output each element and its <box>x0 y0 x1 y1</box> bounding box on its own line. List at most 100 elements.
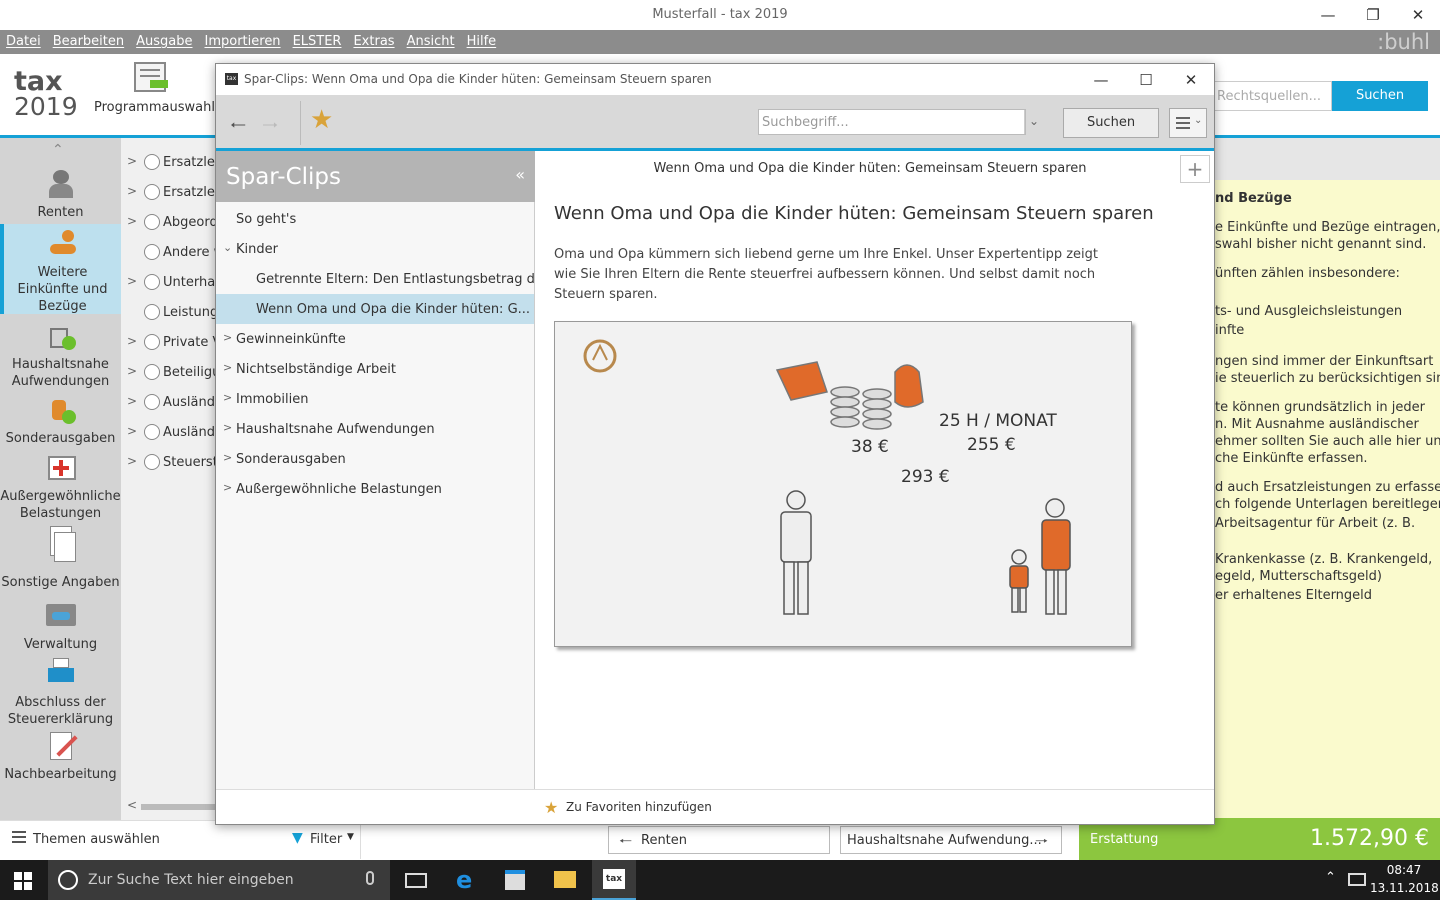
scroll-up-icon[interactable]: ⌃ <box>52 142 64 158</box>
chevron-up-icon[interactable]: ⌃ <box>1325 870 1336 885</box>
chevron-right-icon[interactable]: > <box>223 361 232 374</box>
chevron-right-icon[interactable]: > <box>127 454 137 468</box>
clip-search-input[interactable]: Suchbegriff... ⌄ <box>758 109 1039 135</box>
tree-item[interactable]: > Abgeord <box>121 207 216 237</box>
chevron-down-icon[interactable]: ⌄ <box>1029 114 1039 128</box>
chevron-right-icon[interactable]: > <box>223 451 232 464</box>
menu-ansicht[interactable]: Ansicht <box>407 31 455 49</box>
menu-extras[interactable]: Extras <box>353 31 394 49</box>
tree-item[interactable]: > Ersatzleis <box>121 177 216 207</box>
clip-group-gewinneinkuenfte[interactable]: > Gewinneinkünfte <box>216 324 534 354</box>
favorites-star-icon[interactable]: ★ <box>310 105 333 135</box>
tree-item[interactable]: > Unterhalt <box>121 267 216 297</box>
chevron-right-icon[interactable]: > <box>127 154 137 168</box>
clip-group-nichtselbstaendige[interactable]: > Nichtselbständige Arbeit <box>216 354 534 384</box>
chevron-right-icon[interactable]: > <box>223 421 232 434</box>
help-line: Arbeitsagentur für Arbeit (z. B. <box>1215 516 1416 531</box>
chevron-right-icon[interactable]: > <box>223 391 232 404</box>
taskbar-search-box[interactable]: Zur Suche Text hier eingeben <box>48 860 390 900</box>
previous-topic-label: Renten <box>641 833 688 848</box>
chevron-right-icon[interactable]: > <box>127 334 137 348</box>
tree-item[interactable]: Leistunge <box>121 297 216 327</box>
video-player[interactable]: 38 € 25 H / MONAT 255 € 293 € <box>554 321 1132 647</box>
horizontal-scrollbar[interactable] <box>141 804 216 810</box>
tax-2019-taskbar-icon[interactable]: tax <box>592 860 636 900</box>
clip-item-so-gehts[interactable]: So geht's <box>216 204 534 234</box>
taskbar-date[interactable]: 13.11.2018 <box>1370 881 1439 895</box>
clip-item-getrennte-eltern[interactable]: Getrennte Eltern: Den Entlastungsbetrag … <box>216 264 547 294</box>
clip-group-haushaltsnahe[interactable]: > Haushaltsnahe Aufwendungen <box>216 414 534 444</box>
dialog-maximize-button[interactable]: ☐ <box>1123 64 1169 95</box>
scroll-left-icon[interactable]: < <box>127 798 137 812</box>
nav-verwaltung[interactable]: Verwaltung <box>0 600 121 653</box>
help-line: n. Mit Ausnahme ausländischer <box>1215 417 1419 432</box>
minimize-button[interactable]: — <box>1305 0 1351 30</box>
network-icon[interactable] <box>1348 873 1366 886</box>
add-to-favorites-link[interactable]: Zu Favoriten hinzufügen <box>566 800 712 814</box>
microphone-icon[interactable] <box>366 871 374 885</box>
menu-bearbeiten[interactable]: Bearbeiten <box>53 31 124 49</box>
menu-datei[interactable]: Datei <box>6 31 41 49</box>
taskbar-time[interactable]: 08:47 <box>1374 863 1434 877</box>
chevron-right-icon[interactable]: > <box>127 424 137 438</box>
menu-hilfe[interactable]: Hilfe <box>467 31 497 49</box>
tree-item[interactable]: > Steuerstu <box>121 447 216 477</box>
windows-start-icon[interactable] <box>14 872 32 890</box>
clip-group-aussergewoehnliche[interactable]: > Außergewöhnliche Belastungen <box>216 474 534 504</box>
legal-sources-search-button[interactable]: Suchen <box>1332 81 1428 111</box>
tree-item[interactable]: > Ausländis <box>121 387 216 417</box>
chevron-right-icon[interactable]: > <box>127 184 137 198</box>
menu-button[interactable]: ⌄ <box>1169 108 1207 138</box>
dialog-close-button[interactable]: ✕ <box>1168 64 1214 95</box>
nav-abschluss[interactable]: Abschluss der Steuererklärung <box>0 658 121 728</box>
menu-elster[interactable]: ELSTER <box>293 31 342 49</box>
chevron-down-icon[interactable]: ⌄ <box>223 241 232 254</box>
legal-sources-search-input[interactable]: Rechtsquellen... <box>1210 81 1332 111</box>
nav-nachbearbeitung[interactable]: Nachbearbeitung <box>0 730 121 783</box>
clip-search-button[interactable]: Suchen <box>1063 108 1159 138</box>
select-themes-button[interactable]: Themen auswählen <box>33 832 160 847</box>
add-tab-button[interactable]: + <box>1180 155 1210 183</box>
chevron-right-icon[interactable]: > <box>223 481 232 494</box>
menu-ausgabe[interactable]: Ausgabe <box>136 31 192 49</box>
clip-group-sonderausgaben[interactable]: > Sonderausgaben <box>216 444 534 474</box>
tree-item[interactable]: > Private V <box>121 327 216 357</box>
dialog-minimize-button[interactable]: — <box>1078 64 1124 95</box>
status-radio <box>144 334 160 350</box>
nav-renten[interactable]: Renten <box>0 168 121 221</box>
collapse-sidebar-icon[interactable]: « <box>515 165 525 184</box>
nav-sonstige-angaben[interactable]: Sonstige Angaben <box>0 524 121 591</box>
next-topic-button[interactable]: Haushaltsnahe Aufwendung... 🠒 <box>840 826 1062 854</box>
file-explorer-icon[interactable] <box>554 871 576 888</box>
close-button[interactable]: ✕ <box>1395 0 1440 30</box>
nav-sonderausgaben[interactable]: Sonderausgaben <box>0 394 121 447</box>
filter-dropdown-icon[interactable]: ▼ <box>347 832 354 842</box>
chevron-right-icon[interactable]: > <box>127 274 137 288</box>
help-line: er erhaltenes Elterngeld <box>1215 588 1373 603</box>
nav-aussergewoehnliche[interactable]: Außergewöhnliche Belastungen <box>0 452 121 522</box>
chevron-right-icon[interactable]: > <box>223 331 232 344</box>
chevron-right-icon[interactable]: > <box>127 394 137 408</box>
program-selection-button[interactable]: Programmauswahl <box>94 62 215 115</box>
previous-topic-button[interactable]: 🠐 Renten <box>608 826 830 854</box>
nav-haushaltsnahe[interactable]: Haushaltsnahe Aufwendungen <box>0 320 121 390</box>
back-arrow-icon[interactable]: 🠀 <box>230 111 246 145</box>
clip-item-oma-opa[interactable]: Wenn Oma und Opa die Kinder hüten: G... <box>216 294 534 324</box>
nav-weitere-einkuenfte[interactable]: Weitere Einkünfte und Bezüge <box>0 224 121 314</box>
edge-browser-icon[interactable]: e <box>456 866 472 894</box>
maximize-button[interactable]: ❐ <box>1350 0 1396 30</box>
tree-item[interactable]: > Ausländis <box>121 417 216 447</box>
tax-logo: tax 2019 <box>14 68 78 120</box>
clip-group-immobilien[interactable]: > Immobilien <box>216 384 534 414</box>
tree-item[interactable]: > Ersatzleis <box>121 147 216 177</box>
forward-arrow-icon[interactable]: 🠂 <box>262 111 278 145</box>
clip-group-kinder[interactable]: ⌄ Kinder <box>216 234 534 264</box>
chevron-right-icon[interactable]: > <box>127 214 137 228</box>
tree-item[interactable]: > Beteiligu <box>121 357 216 387</box>
filter-button[interactable]: Filter <box>310 832 342 847</box>
tree-item[interactable]: Andere w <box>121 237 216 267</box>
task-view-icon[interactable] <box>405 873 427 888</box>
chevron-right-icon[interactable]: > <box>127 364 137 378</box>
menu-importieren[interactable]: Importieren <box>205 31 281 49</box>
store-icon[interactable] <box>505 870 525 890</box>
